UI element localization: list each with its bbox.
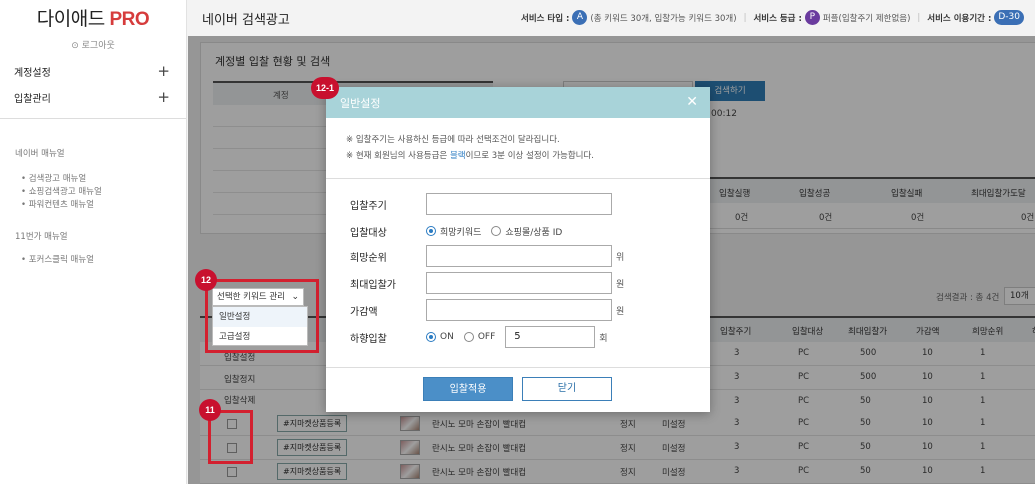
max-bid-input[interactable] <box>426 272 612 294</box>
field-label: 입찰주기 <box>350 200 387 212</box>
notice-text: 이상 설정이 가능합니다. <box>505 151 595 161</box>
service-info: 서비스 타입 : A (총 키워드 30개, 입찰가능 키워드 30개) | 서… <box>521 10 1027 25</box>
close-icon[interactable]: ✕ <box>686 95 698 109</box>
logo-main: 다이애드 <box>36 9 105 30</box>
radio-target-shop[interactable]: 쇼핑몰/상품 ID <box>491 225 562 238</box>
radio-label: 쇼핑몰/상품 ID <box>505 227 563 238</box>
manual-link-focus-click[interactable]: • 포커스클릭 매뉴얼 <box>15 254 186 267</box>
logo[interactable]: 다이애드 PRO ⊙ 로그아웃 <box>0 0 186 58</box>
notice-min-cycle: 3분 <box>491 151 505 161</box>
close-button[interactable]: 닫기 <box>522 377 612 401</box>
field-label: 최대입찰가 <box>350 279 396 291</box>
sidebar-item-bid-management[interactable]: 입찰관리 + <box>0 84 186 110</box>
modal-notice: ※ 입찰주기는 사용하신 등급에 따라 선택조건이 달라집니다. ※ 현재 회원… <box>326 118 710 164</box>
unit-label: 위 <box>616 252 625 263</box>
field-label: 가감액 <box>350 306 378 318</box>
manual-link-shopping-ad[interactable]: • 쇼핑검색광고 매뉴얼 <box>15 186 186 199</box>
down-count-input[interactable]: 5 <box>505 326 596 348</box>
field-cycle: 입찰주기 <box>350 193 612 215</box>
cycle-input[interactable] <box>426 193 612 215</box>
page-title: 네이버 검색광고 <box>202 12 290 28</box>
sidebar-item-account-settings[interactable]: 계정설정 + <box>0 58 186 84</box>
modal-title: 일반설정 <box>340 96 381 110</box>
service-grade-label: 서비스 등급 : <box>753 13 802 24</box>
sidebar-item-label: 계정설정 <box>14 67 51 79</box>
service-period-badge: D-30 <box>994 10 1024 25</box>
radio-label: ON <box>440 332 454 342</box>
unit-label: 원 <box>616 306 625 317</box>
logo-pro: PRO <box>109 9 150 30</box>
radio-label: 희망키워드 <box>440 227 482 238</box>
service-type-text: (총 키워드 30개, 입찰가능 키워드 30개) <box>590 13 737 24</box>
field-down-bid: 하향입찰 ON OFF 5 회 <box>350 326 608 348</box>
notice-line-1: ※ 입찰주기는 사용하신 등급에 따라 선택조건이 달라집니다. <box>346 135 560 145</box>
unit-label: 회 <box>599 333 608 344</box>
radio-selected-icon <box>426 332 436 342</box>
modal-divider <box>326 178 710 179</box>
manual-link-power-content[interactable]: • 파워컨텐츠 매뉴얼 <box>15 199 186 212</box>
sidebar-divider <box>0 118 186 119</box>
field-label: 희망순위 <box>350 252 387 264</box>
field-step: 가감액 원 <box>350 299 624 321</box>
radio-selected-icon <box>426 226 436 236</box>
highlight-box-12 <box>205 279 319 353</box>
field-max-bid: 최대입찰가 원 <box>350 272 624 294</box>
radio-down-on[interactable]: ON <box>426 332 454 342</box>
notice-grade: 블랙 <box>449 151 466 161</box>
modal-footer: 입찰적용 닫기 <box>326 367 710 412</box>
plus-icon: + <box>157 61 170 80</box>
service-period-label: 서비스 이용기간 : <box>927 13 992 24</box>
service-type-label: 서비스 타입 : <box>521 13 570 24</box>
annotation-badge-12-1: 12-1 <box>311 77 339 99</box>
step-input[interactable] <box>426 299 612 321</box>
service-grade-badge: P <box>804 10 820 25</box>
apply-bid-button[interactable]: 입찰적용 <box>423 377 513 401</box>
st11-manual-title: 11번가 매뉴얼 <box>15 232 68 242</box>
service-type-badge: A <box>572 10 588 25</box>
manual-link-search-ad[interactable]: • 검색광고 매뉴얼 <box>15 173 186 186</box>
notice-text: ※ 현재 회원님의 사용등급은 <box>346 151 450 161</box>
radio-empty-icon <box>491 226 502 236</box>
notice-text: 이므로 <box>465 151 492 161</box>
plus-icon: + <box>157 87 170 106</box>
field-label: 하향입찰 <box>350 333 387 345</box>
general-settings-modal: 일반설정 ✕ ※ 입찰주기는 사용하신 등급에 따라 선택조건이 달라집니다. … <box>326 87 710 412</box>
field-rank: 희망순위 위 <box>350 245 624 267</box>
naver-manual-title: 네이버 매뉴얼 <box>15 149 65 159</box>
annotation-badge-11: 11 <box>199 399 221 421</box>
field-label: 입찰대상 <box>350 227 387 239</box>
sidebar-item-label: 입찰관리 <box>14 93 51 105</box>
radio-label: OFF <box>477 332 496 342</box>
radio-target-keyword[interactable]: 희망키워드 <box>426 225 481 238</box>
logout-link[interactable]: ⊙ 로그아웃 <box>0 38 186 51</box>
service-grade-text: 퍼플(입찰주기 제한없음) <box>822 13 911 24</box>
unit-label: 원 <box>616 279 625 290</box>
field-target: 입찰대상 희망키워드 쇼핑몰/상품 ID <box>350 220 572 242</box>
rank-input[interactable] <box>426 245 612 267</box>
annotation-badge-12: 12 <box>195 269 217 291</box>
modal-header: 일반설정 ✕ <box>326 87 710 118</box>
radio-empty-icon <box>463 332 474 342</box>
sidebar: 다이애드 PRO ⊙ 로그아웃 계정설정 + 입찰관리 + 네이버 매뉴얼 • … <box>0 0 187 484</box>
radio-down-off[interactable]: OFF <box>463 332 496 342</box>
notice-line-2: ※ 현재 회원님의 사용등급은 블랙이므로 3분 이상 설정이 가능합니다. <box>346 148 710 164</box>
